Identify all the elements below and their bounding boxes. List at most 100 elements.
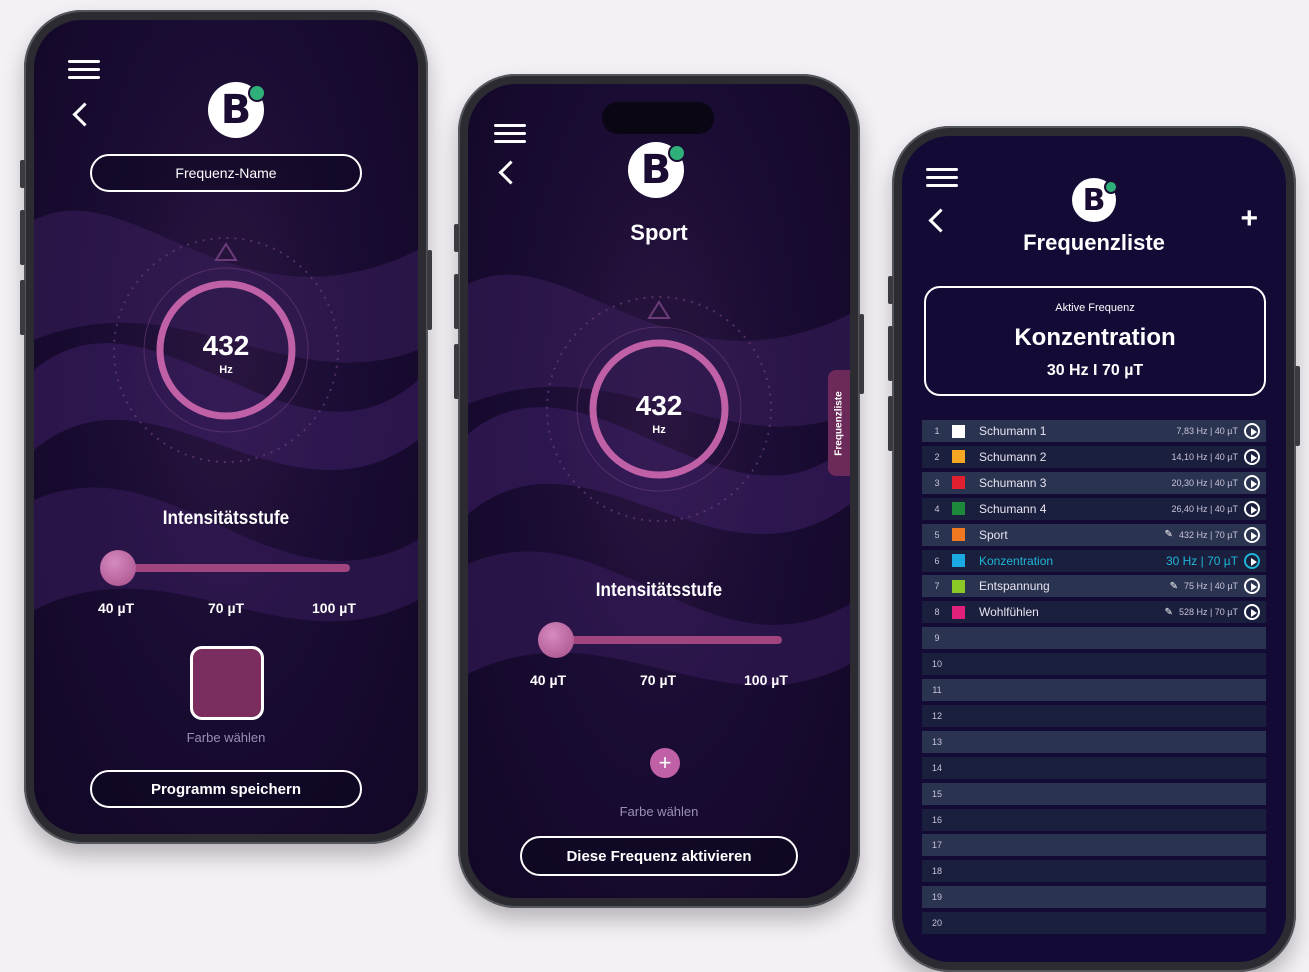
- row-number: 14: [931, 762, 942, 773]
- list-row[interactable]: 5 Sport ✎ 432 Hz | 70 µT: [922, 523, 1266, 546]
- color-swatch: [952, 424, 965, 438]
- row-number: 18: [931, 866, 942, 877]
- play-icon[interactable]: [1244, 448, 1260, 465]
- tick-70: 70 µT: [208, 600, 245, 616]
- play-icon[interactable]: [1244, 604, 1260, 621]
- color-swatch: [952, 605, 965, 619]
- tick-100: 100 µT: [312, 600, 356, 616]
- play-icon[interactable]: [1244, 552, 1260, 569]
- row-value: 26,40 Hz | 40 µT: [1171, 503, 1238, 514]
- list-row[interactable]: 8 Wohlfühlen ✎ 528 Hz | 70 µT: [922, 601, 1266, 624]
- play-icon[interactable]: [1244, 578, 1260, 595]
- list-row[interactable]: 2 Schumann 2 14,10 Hz | 40 µT: [922, 445, 1266, 468]
- tick-40: 40 µT: [530, 672, 567, 688]
- intensity-title: Intensitätsstufe: [162, 508, 290, 529]
- frequency-name-input[interactable]: Frequenz-Name: [90, 154, 362, 192]
- list-row: 18: [922, 860, 1266, 883]
- active-frequency-name: Konzentration: [1014, 324, 1176, 351]
- list-row: 15: [922, 782, 1266, 805]
- brand-logo: B: [1072, 178, 1118, 222]
- list-row[interactable]: 3 Schumann 3 20,30 Hz | 40 µT: [922, 471, 1266, 494]
- plus-icon: +: [658, 750, 672, 775]
- row-name: Entspannung: [979, 579, 1050, 594]
- tick-70: 70 µT: [640, 672, 677, 688]
- row-number: 16: [931, 814, 942, 825]
- list-row[interactable]: 6 Konzentration 30 Hz | 70 µT: [922, 549, 1266, 572]
- frequency-value: 432: [635, 390, 683, 421]
- row-number: 10: [931, 659, 942, 670]
- row-number: 8: [934, 607, 940, 618]
- brand-logo: B: [628, 142, 686, 198]
- color-label: Farbe wählen: [186, 730, 266, 745]
- save-program-button[interactable]: Programm speichern: [90, 770, 362, 808]
- list-row: 10: [922, 653, 1266, 676]
- edit-pencil-icon[interactable]: ✎: [1170, 581, 1178, 592]
- list-row: 12: [922, 704, 1266, 727]
- row-number: 1: [934, 426, 940, 436]
- side-tab-label: Frequenzliste: [833, 390, 845, 456]
- active-frequency-values: 30 Hz I 70 µT: [1046, 362, 1144, 379]
- intensity-slider-track[interactable]: [560, 636, 782, 644]
- row-name: Wohlfühlen: [979, 605, 1039, 620]
- play-icon[interactable]: [1244, 526, 1260, 543]
- row-number: 15: [931, 788, 942, 799]
- list-row: 17: [922, 834, 1266, 857]
- row-number: 6: [934, 555, 940, 566]
- list-row: 13: [922, 730, 1266, 753]
- camera-notch: [602, 102, 714, 134]
- list-row[interactable]: 4 Schumann 4 26,40 Hz | 40 µT: [922, 497, 1266, 520]
- activate-frequency-button[interactable]: Diese Frequenz aktivieren: [520, 836, 798, 876]
- screen-editor: B Frequenz-Name 432 Hz Intensitätsstufe …: [34, 20, 418, 834]
- hamburger-menu-icon[interactable]: [494, 124, 526, 146]
- color-swatch-button[interactable]: [190, 646, 264, 720]
- row-value: 75 Hz | 40 µT: [1183, 581, 1238, 592]
- hamburger-menu-icon[interactable]: [68, 60, 100, 82]
- play-icon[interactable]: [1244, 500, 1260, 517]
- list-row[interactable]: 7 Entspannung ✎ 75 Hz | 40 µT: [922, 575, 1266, 598]
- row-value: 432 Hz | 70 µT: [1178, 529, 1238, 540]
- list-row: 16: [922, 808, 1266, 831]
- intensity-slider-thumb[interactable]: [538, 622, 574, 658]
- active-frequency-card[interactable]: Aktive Frequenz Konzentration 30 Hz I 70…: [924, 286, 1266, 396]
- screen-frequency-detail: B Sport 432 Hz Frequenzliste Intensitäts…: [468, 84, 850, 898]
- list-row: 11: [922, 679, 1266, 701]
- list-row: 14: [922, 756, 1266, 779]
- edit-pencil-icon[interactable]: ✎: [1165, 529, 1173, 540]
- color-swatch: [952, 502, 965, 516]
- tick-100: 100 µT: [744, 672, 788, 688]
- row-name: Schumann 4: [979, 501, 1047, 516]
- play-icon[interactable]: [1244, 423, 1260, 439]
- color-swatch: [952, 528, 965, 542]
- row-value: 7,83 Hz | 40 µT: [1176, 426, 1238, 436]
- row-number: 11: [932, 685, 942, 695]
- color-swatch: [952, 450, 965, 464]
- color-swatch: [952, 579, 965, 593]
- hamburger-menu-icon[interactable]: [926, 168, 958, 190]
- page-title: Frequenzliste: [1023, 230, 1165, 255]
- row-number: 17: [931, 840, 942, 851]
- back-arrow-icon[interactable]: [928, 208, 953, 233]
- intensity-slider-track[interactable]: [124, 564, 350, 572]
- intensity-title: Intensitätsstufe: [595, 580, 723, 601]
- color-swatch: [952, 476, 965, 490]
- row-name: Schumann 2: [979, 449, 1047, 464]
- row-number: 12: [931, 710, 942, 721]
- frequency-unit: Hz: [219, 364, 233, 376]
- phone-frequency-list: + B Frequenzliste Aktive Frequenz Konzen…: [888, 126, 1300, 972]
- list-row[interactable]: 1 Schumann 1 7,83 Hz | 40 µT: [922, 420, 1266, 442]
- tick-40: 40 µT: [98, 600, 135, 616]
- row-number: 3: [934, 477, 940, 488]
- row-name: Sport: [979, 527, 1008, 542]
- frequency-unit: Hz: [652, 424, 666, 436]
- side-tab-frequency-list[interactable]: Frequenzliste: [828, 370, 850, 476]
- frequency-value: 432: [202, 330, 250, 361]
- row-name: Konzentration: [979, 553, 1054, 568]
- intensity-slider-thumb[interactable]: [100, 550, 136, 586]
- add-color-button[interactable]: +: [650, 748, 680, 778]
- row-number: 19: [931, 892, 942, 903]
- play-icon[interactable]: [1244, 474, 1260, 491]
- list-row: 20: [922, 912, 1266, 935]
- row-value: 528 Hz | 70 µT: [1178, 607, 1238, 618]
- edit-pencil-icon[interactable]: ✎: [1165, 607, 1173, 618]
- row-number: 20: [931, 918, 942, 929]
